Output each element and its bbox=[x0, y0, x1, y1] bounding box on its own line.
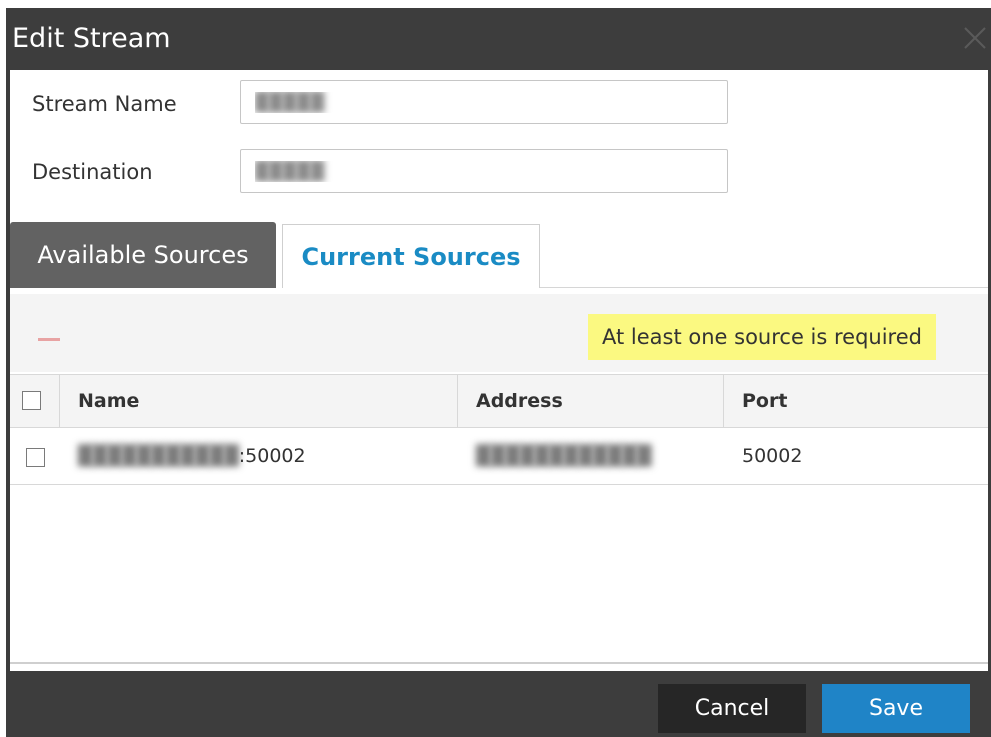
sources-toolbar: At least one source is required bbox=[10, 294, 988, 372]
cell-port: 50002 bbox=[742, 445, 803, 467]
destination-label: Destination bbox=[32, 160, 153, 184]
close-icon[interactable] bbox=[957, 18, 991, 58]
sources-table: Name Address Port ███████████:50002 ████… bbox=[10, 374, 988, 485]
destination-input[interactable] bbox=[240, 149, 728, 193]
column-header-name[interactable]: Name bbox=[60, 375, 458, 427]
minus-icon[interactable] bbox=[38, 338, 60, 341]
tab-current-sources[interactable]: Current Sources bbox=[282, 224, 540, 288]
dialog-title: Edit Stream bbox=[12, 23, 171, 54]
header-select-cell bbox=[10, 375, 60, 427]
cell-address: ████████████ bbox=[458, 428, 724, 484]
table-row[interactable]: ███████████:50002 ████████████ 50002 bbox=[10, 428, 988, 485]
tab-available-sources[interactable]: Available Sources bbox=[10, 222, 276, 288]
dialog-titlebar: Edit Stream bbox=[6, 8, 991, 70]
cancel-button[interactable]: Cancel bbox=[658, 684, 806, 733]
stream-name-label: Stream Name bbox=[32, 92, 177, 116]
warning-message: At least one source is required bbox=[588, 314, 936, 360]
name-redacted: ███████████ bbox=[78, 445, 239, 467]
table-header: Name Address Port bbox=[10, 374, 988, 428]
stream-name-input[interactable] bbox=[240, 80, 728, 124]
current-sources-panel: At least one source is required Name Add… bbox=[10, 288, 988, 664]
dialog-footer: Cancel Save bbox=[6, 671, 991, 737]
edit-stream-dialog: Edit Stream Stream Name Destination Avai… bbox=[0, 0, 991, 737]
select-all-checkbox[interactable] bbox=[22, 391, 41, 410]
panel-bottom-border bbox=[10, 662, 988, 664]
column-header-port[interactable]: Port bbox=[724, 375, 988, 427]
row-select-checkbox[interactable] bbox=[26, 448, 45, 467]
save-button[interactable]: Save bbox=[822, 684, 970, 733]
cell-name: ███████████:50002 bbox=[60, 428, 458, 484]
address-redacted: ████████████ bbox=[476, 445, 652, 467]
column-header-address[interactable]: Address bbox=[458, 375, 724, 427]
name-port-suffix: :50002 bbox=[238, 445, 306, 467]
